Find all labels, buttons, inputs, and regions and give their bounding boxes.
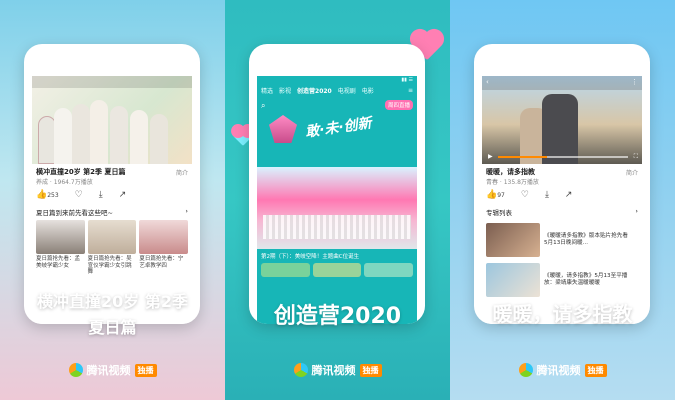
like-count: 253 bbox=[47, 192, 59, 199]
share-icon[interactable]: ↗ bbox=[565, 190, 573, 200]
video-player[interactable] bbox=[32, 76, 192, 164]
thumbnail[interactable] bbox=[139, 220, 189, 254]
tencent-video-icon bbox=[68, 363, 83, 377]
video-player[interactable] bbox=[257, 167, 417, 249]
tab-bar: 精选 影视 创造营2020 电视剧 电影 ≡ bbox=[257, 84, 417, 97]
video-player[interactable]: ‹ ⋮ ▶ ⛶ bbox=[482, 76, 642, 164]
phone-screen: 横冲直撞20岁 第2季 夏日篇 简介 养成 · 1964.7万播放 👍253 ♡… bbox=[32, 76, 192, 324]
show-title: 横冲直撞20岁 第2季 夏日篇 bbox=[36, 168, 126, 176]
exclusive-badge: 独播 bbox=[134, 363, 157, 377]
like-button[interactable]: 👍97 bbox=[486, 190, 505, 200]
phone-mockup: 横冲直撞20岁 第2季 夏日篇 简介 养成 · 1964.7万播放 👍253 ♡… bbox=[24, 44, 200, 324]
promo-panel-2: ▮▮ ☰ 精选 影视 创造营2020 电视剧 电影 ≡ ⌕ 周四直播 敢·未·创… bbox=[225, 0, 450, 400]
thumbnail[interactable] bbox=[87, 220, 137, 254]
item-title: 《暖暖，请多指教》5月13至平播放：梁靖康失温暖暖暖 bbox=[544, 273, 628, 286]
live-badge[interactable]: 周四直播 bbox=[384, 100, 413, 110]
promo-panel-1: 横冲直撞20岁 第2季 夏日篇 简介 养成 · 1964.7万播放 👍253 ♡… bbox=[0, 0, 225, 400]
promo-banner: 横冲直撞20岁 第2季 夏日篇 简介 养成 · 1964.7万播放 👍253 ♡… bbox=[0, 0, 675, 400]
section-title: 夏日篇到来前先看这些吧~ bbox=[36, 209, 113, 217]
view-count: 养成 · 1964.7万播放 bbox=[36, 179, 93, 186]
tagline: 暖暖，请多指教 bbox=[492, 302, 633, 326]
thumbnail-caption: 夏日篇抢先看：宁艺卓教学四 bbox=[139, 256, 184, 269]
tab-item[interactable]: 影视 bbox=[279, 86, 291, 95]
tagline-line1: 横冲直撞20岁 第2季 bbox=[37, 292, 188, 311]
show-title: 暖暖，请多指教 bbox=[486, 168, 535, 176]
tagline: 创造营2020 bbox=[273, 304, 402, 329]
back-icon[interactable]: ‹ bbox=[486, 78, 489, 86]
hero-area: ⌕ 周四直播 敢·未·创新 bbox=[257, 97, 417, 167]
brand-name: 腾讯视频 bbox=[536, 364, 581, 377]
item-title: 《暖暖请多指教》版本贴片抢先看 bbox=[544, 233, 628, 240]
promo-panel-3: ‹ ⋮ ▶ ⛶ 暖暖，请多指教 简介 青春 · 135.8万播放 👍97 ♡ ⤓ bbox=[450, 0, 675, 400]
category-chip[interactable] bbox=[312, 263, 362, 277]
video-caption: 第2期（下）：美岐空降！主题曲C位诞生 bbox=[261, 254, 360, 260]
item-subtitle: 5月13日晚间暖... bbox=[544, 240, 588, 246]
search-icon[interactable]: ⌕ bbox=[261, 101, 265, 111]
list-item[interactable]: 《暖暖请多指教》版本贴片抢先看 5月13日晚间暖... bbox=[482, 220, 642, 260]
chevron-right-icon[interactable]: › bbox=[185, 207, 188, 217]
tagline-line2: 夏日篇 bbox=[88, 318, 137, 337]
download-icon[interactable]: ⤓ bbox=[545, 190, 549, 200]
intro-link[interactable]: 简介 bbox=[626, 168, 638, 177]
like-button[interactable]: 👍253 bbox=[36, 190, 59, 200]
list-item[interactable]: 《暖暖，请多指教》5月13至平播放：梁靖康失温暖暖暖 bbox=[482, 260, 642, 300]
brand-logo: 腾讯视频 独播 bbox=[0, 362, 225, 378]
thumbnail bbox=[486, 223, 540, 257]
show-artwork: 敢·未·创新 bbox=[304, 115, 373, 141]
favorite-icon[interactable]: ♡ bbox=[521, 190, 529, 200]
brand-name: 腾讯视频 bbox=[86, 364, 131, 377]
phone-mockup: ‹ ⋮ ▶ ⛶ 暖暖，请多指教 简介 青春 · 135.8万播放 👍97 ♡ ⤓ bbox=[474, 44, 650, 324]
brand-logo: 腾讯视频 独播 bbox=[450, 362, 675, 378]
brand-logo: 腾讯视频 独播 bbox=[225, 362, 450, 378]
more-icon[interactable]: ⋮ bbox=[631, 78, 638, 86]
phone-screen: ▮▮ ☰ 精选 影视 创造营2020 电视剧 电影 ≡ ⌕ 周四直播 敢·未·创… bbox=[257, 76, 417, 324]
section-title: 专辑列表 bbox=[486, 209, 512, 217]
tencent-video-icon bbox=[518, 363, 533, 377]
menu-icon[interactable]: ≡ bbox=[408, 87, 413, 94]
thumbnail-caption: 夏日篇抢先看：吴宣仪学霸少女引跳舞 bbox=[87, 256, 132, 276]
thumbs-up-icon: 👍 bbox=[36, 190, 48, 200]
category-chip[interactable] bbox=[261, 263, 310, 277]
thumbnail[interactable] bbox=[36, 220, 85, 254]
download-icon[interactable]: ⤓ bbox=[99, 190, 103, 200]
play-icon[interactable]: ▶ bbox=[488, 153, 493, 160]
show-logo bbox=[269, 115, 297, 143]
category-chip[interactable] bbox=[364, 263, 414, 277]
exclusive-badge: 独播 bbox=[359, 363, 382, 377]
favorite-icon[interactable]: ♡ bbox=[75, 190, 83, 200]
tab-item[interactable]: 创造营2020 bbox=[297, 86, 332, 95]
view-count: 青春 · 135.8万播放 bbox=[486, 179, 539, 186]
tab-item[interactable]: 精选 bbox=[261, 86, 273, 95]
tab-item[interactable]: 电影 bbox=[362, 86, 374, 95]
fullscreen-icon[interactable]: ⛶ bbox=[634, 153, 638, 161]
thumbnail bbox=[486, 263, 540, 297]
share-icon[interactable]: ↗ bbox=[119, 190, 127, 200]
tencent-video-icon bbox=[293, 363, 308, 377]
tab-item[interactable]: 电视剧 bbox=[338, 86, 356, 95]
phone-screen: ‹ ⋮ ▶ ⛶ 暖暖，请多指教 简介 青春 · 135.8万播放 👍97 ♡ ⤓ bbox=[482, 76, 642, 324]
exclusive-badge: 独播 bbox=[584, 363, 607, 377]
intro-link[interactable]: 简介 bbox=[176, 168, 188, 177]
thumbnail-caption: 夏日篇抢先看：孟美岐学霸少女 bbox=[36, 256, 81, 269]
chevron-right-icon[interactable]: › bbox=[635, 207, 638, 217]
thumbs-up-icon: 👍 bbox=[486, 190, 498, 200]
like-count: 97 bbox=[497, 192, 505, 199]
phone-mockup: ▮▮ ☰ 精选 影视 创造营2020 电视剧 电影 ≡ ⌕ 周四直播 敢·未·创… bbox=[249, 44, 425, 324]
brand-name: 腾讯视频 bbox=[311, 364, 356, 377]
